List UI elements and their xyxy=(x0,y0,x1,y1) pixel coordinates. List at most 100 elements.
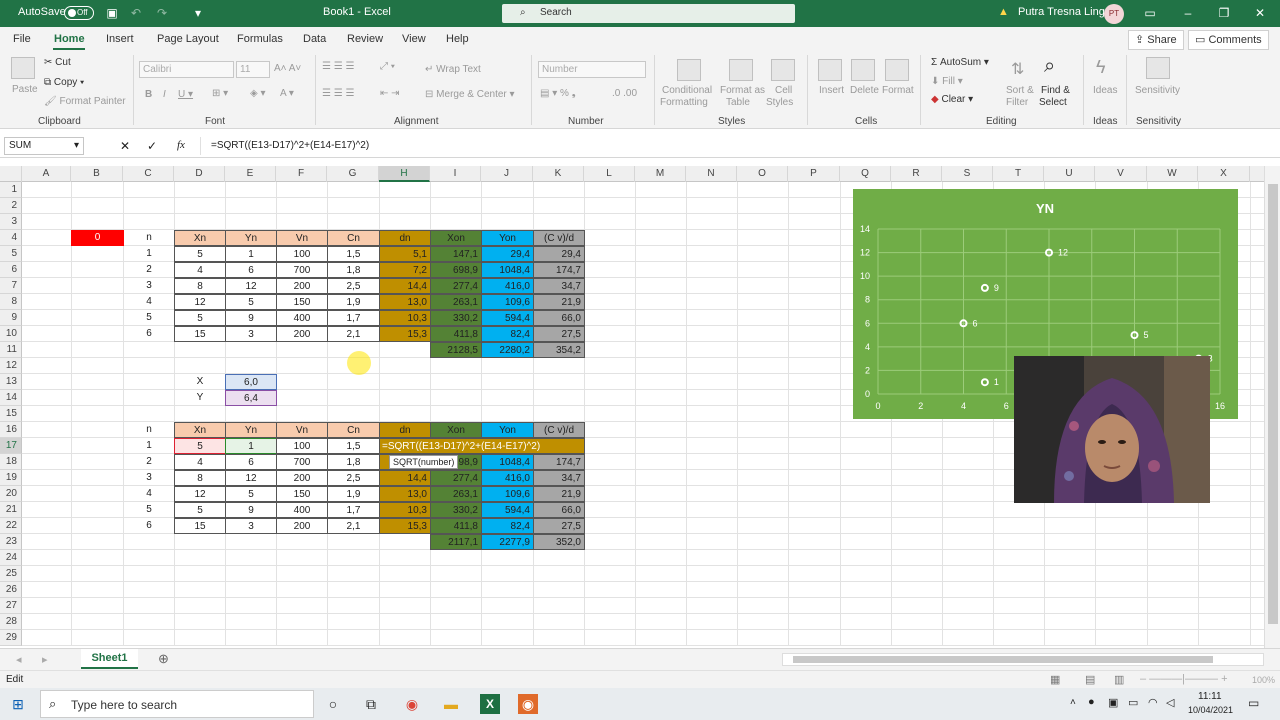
cell-f4[interactable]: Vn xyxy=(276,230,328,246)
column-header-x[interactable]: X xyxy=(1198,166,1250,182)
cell-c4[interactable]: n xyxy=(123,230,175,246)
cell-g4[interactable]: Cn xyxy=(327,230,380,246)
row-header-10[interactable]: 10 xyxy=(0,326,22,342)
cell-d19[interactable]: 8 xyxy=(174,470,226,486)
cell-e6[interactable]: 6 xyxy=(225,262,277,278)
column-header-q[interactable]: Q xyxy=(840,166,891,182)
cell-d22[interactable]: 15 xyxy=(174,518,226,534)
recorder-icon[interactable]: ◉ xyxy=(518,694,538,714)
comments-button[interactable]: ▭ Comments xyxy=(1188,30,1269,50)
cell-styles-button[interactable]: Cell xyxy=(775,85,792,96)
cell-d18[interactable]: 4 xyxy=(174,454,226,470)
search-box[interactable]: ⌕ Search xyxy=(502,4,795,23)
format-painter-button[interactable]: 🖌 Format Painter xyxy=(44,96,126,107)
cell-e8[interactable]: 5 xyxy=(225,294,277,310)
cell-k5[interactable]: 29,4 xyxy=(533,246,585,262)
save-icon[interactable]: ▣ xyxy=(104,5,120,21)
cell-j5[interactable]: 29,4 xyxy=(481,246,534,262)
row-header-26[interactable]: 26 xyxy=(0,582,22,598)
column-header-p[interactable]: P xyxy=(788,166,840,182)
cell-g19[interactable]: 2,5 xyxy=(327,470,380,486)
cell-k19[interactable]: 34,7 xyxy=(533,470,585,486)
redo-icon[interactable]: ↷ xyxy=(154,5,170,21)
find-select-icon[interactable]: ⌕ xyxy=(1044,55,1055,78)
cell-d21[interactable]: 5 xyxy=(174,502,226,518)
cell-k21[interactable]: 66,0 xyxy=(533,502,585,518)
cell-k7[interactable]: 34,7 xyxy=(533,278,585,294)
cell-e21[interactable]: 9 xyxy=(225,502,277,518)
undo-icon[interactable]: ↶ xyxy=(128,5,144,21)
column-header-s[interactable]: S xyxy=(942,166,993,182)
task-view-icon[interactable]: ⧉ xyxy=(361,694,381,714)
cell-i20[interactable]: 263,1 xyxy=(430,486,482,502)
sensitivity-button[interactable]: Sensitivity xyxy=(1135,85,1180,96)
cell-d5[interactable]: 5 xyxy=(174,246,226,262)
row-header-14[interactable]: 14 xyxy=(0,390,22,406)
share-button[interactable]: ⇪ Share xyxy=(1128,30,1184,50)
cell-h19[interactable]: 14,4 xyxy=(379,470,431,486)
cut-button[interactable]: ✂ Cut xyxy=(44,57,71,68)
cell-g8[interactable]: 1,9 xyxy=(327,294,380,310)
column-header-d[interactable]: D xyxy=(174,166,225,182)
sensitivity-icon[interactable] xyxy=(1146,57,1170,79)
clock-date[interactable]: 10/04/2021 xyxy=(1188,705,1233,715)
font-size-dropdown[interactable]: 11 xyxy=(236,61,270,78)
decimal-icon[interactable]: .0 .00 xyxy=(612,88,637,99)
row-header-20[interactable]: 20 xyxy=(0,486,22,502)
cell-f6[interactable]: 700 xyxy=(276,262,328,278)
column-header-n[interactable]: N xyxy=(686,166,737,182)
column-header-h[interactable]: H xyxy=(379,166,430,182)
cell-j10[interactable]: 82,4 xyxy=(481,326,534,342)
insert-cells-button[interactable]: Insert xyxy=(819,85,844,96)
cell-h9[interactable]: 10,3 xyxy=(379,310,431,326)
cell-k8[interactable]: 21,9 xyxy=(533,294,585,310)
cell-h21[interactable]: 10,3 xyxy=(379,502,431,518)
tab-page-layout[interactable]: Page Layout xyxy=(157,33,219,45)
cell-c18[interactable]: 2 xyxy=(123,454,175,470)
cell-j21[interactable]: 594,4 xyxy=(481,502,534,518)
cell-i4[interactable]: Xon xyxy=(430,230,482,246)
tab-data[interactable]: Data xyxy=(303,33,326,45)
row-header-27[interactable]: 27 xyxy=(0,598,22,614)
cell-g7[interactable]: 2,5 xyxy=(327,278,380,294)
number-format-dropdown[interactable]: Number xyxy=(538,61,646,78)
tab-review[interactable]: Review xyxy=(347,33,383,45)
cell-g21[interactable]: 1,7 xyxy=(327,502,380,518)
cell-h5[interactable]: 5,1 xyxy=(379,246,431,262)
cell-c16[interactable]: n xyxy=(123,422,175,438)
cell-e16[interactable]: Yn xyxy=(225,422,277,438)
cell-i16[interactable]: Xon xyxy=(430,422,482,438)
page-break-view-icon[interactable]: ▥ xyxy=(1114,673,1124,686)
name-box[interactable]: SUM ▾ xyxy=(4,137,84,155)
notification-icon[interactable]: ▭ xyxy=(1248,696,1259,710)
paste-icon[interactable] xyxy=(11,57,35,79)
column-header-r[interactable]: R xyxy=(891,166,942,182)
cell-f22[interactable]: 200 xyxy=(276,518,328,534)
cell-k10[interactable]: 27,5 xyxy=(533,326,585,342)
row-header-11[interactable]: 11 xyxy=(0,342,22,358)
font-color-icon[interactable]: A ▾ xyxy=(280,88,294,99)
italic-icon[interactable]: I xyxy=(163,89,166,100)
cell-e17[interactable]: 1 xyxy=(225,438,277,454)
row-header-15[interactable]: 15 xyxy=(0,406,22,422)
column-header-o[interactable]: O xyxy=(737,166,788,182)
cell-k18[interactable]: 174,7 xyxy=(533,454,585,470)
autosave-toggle[interactable]: Off xyxy=(64,6,94,20)
font-name-dropdown[interactable]: Calibri xyxy=(139,61,234,78)
column-header-t[interactable]: T xyxy=(993,166,1044,182)
cell-j4[interactable]: Yon xyxy=(481,230,534,246)
orientation-icon[interactable]: ⤢ ▾ xyxy=(380,61,395,72)
paste-button[interactable]: Paste xyxy=(12,84,38,95)
column-header-c[interactable]: C xyxy=(123,166,174,182)
cell-i11[interactable]: 2128,5 xyxy=(430,342,482,358)
cell-d10[interactable]: 15 xyxy=(174,326,226,342)
clear-button[interactable]: ◆ Clear ▾ xyxy=(931,94,973,105)
cell-d9[interactable]: 5 xyxy=(174,310,226,326)
format-cells-button[interactable]: Format xyxy=(882,85,914,96)
cell-h6[interactable]: 7,2 xyxy=(379,262,431,278)
column-header-v[interactable]: V xyxy=(1095,166,1147,182)
cell-j19[interactable]: 416,0 xyxy=(481,470,534,486)
ideas-icon[interactable]: ϟ xyxy=(1096,57,1106,78)
ideas-button[interactable]: Ideas xyxy=(1093,85,1117,96)
cell-k11[interactable]: 354,2 xyxy=(533,342,585,358)
